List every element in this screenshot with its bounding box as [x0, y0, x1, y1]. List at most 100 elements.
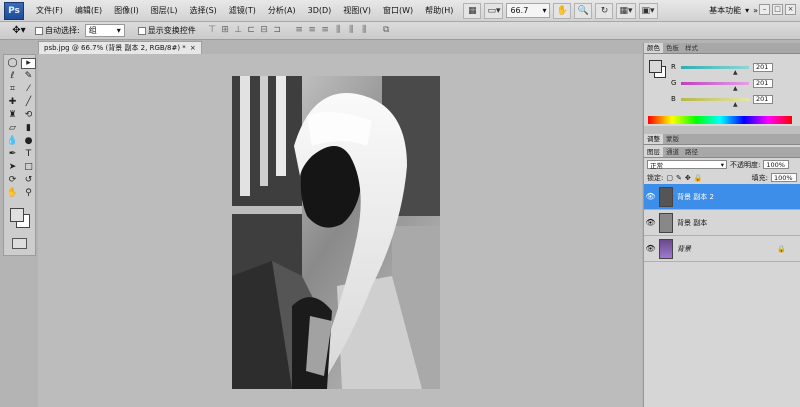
align-hcenter-icon[interactable]: ⊟ [259, 25, 270, 36]
slider-thumb-icon[interactable]: ▲ [733, 101, 738, 108]
align-top-icon[interactable]: ⊤ [207, 25, 218, 36]
hand-tool-icon[interactable]: ✋ [5, 188, 20, 199]
tab-adjustments[interactable]: 调整 [644, 134, 663, 144]
clone-stamp-tool-icon[interactable]: ♜ [5, 110, 20, 121]
lock-position-icon[interactable]: ✥ [685, 174, 691, 182]
tab-color[interactable]: 颜色 [644, 43, 663, 53]
bridge-icon[interactable]: ▦ [463, 2, 482, 19]
lock-transparent-icon[interactable]: ▢ [666, 174, 673, 182]
brush-tool-icon[interactable]: ╱ [21, 97, 36, 108]
zoom-tool-icon[interactable]: ⚲ [21, 188, 36, 199]
menu-analysis[interactable]: 分析(A) [262, 0, 302, 22]
menu-image[interactable]: 图像(I) [108, 0, 145, 22]
show-transform-checkbox[interactable] [137, 26, 146, 35]
maximize-button[interactable]: □ [772, 4, 783, 15]
zoom-tool-icon[interactable]: 🔍 [574, 2, 593, 19]
auto-align-icon[interactable]: ⧉ [381, 25, 392, 36]
lock-all-icon[interactable]: 🔒 [694, 174, 703, 182]
lock-pixels-icon[interactable]: ✎ [676, 174, 682, 182]
close-button[interactable]: × [785, 4, 796, 15]
screen-mode-icon[interactable]: ▦▾ [616, 2, 636, 19]
hand-tool-icon[interactable]: ✋ [553, 2, 572, 19]
foreground-color-swatch[interactable] [10, 208, 24, 222]
dodge-tool-icon[interactable]: ● [21, 136, 36, 147]
extras-icon[interactable]: ▣▾ [638, 2, 658, 19]
auto-select-dropdown[interactable]: 组 ▾ [84, 24, 125, 37]
eye-icon[interactable]: 👁 [644, 192, 657, 201]
arrange-documents-icon[interactable]: ▭▾ [484, 2, 504, 19]
menu-3d[interactable]: 3D(D) [302, 0, 338, 22]
history-brush-tool-icon[interactable]: ⟲ [21, 110, 36, 121]
distribute-right-icon[interactable]: ⫼ [359, 25, 370, 36]
type-tool-icon[interactable]: T [21, 149, 36, 160]
distribute-vcenter-icon[interactable]: ≡ [307, 25, 318, 36]
tab-styles[interactable]: 样式 [682, 43, 701, 53]
distribute-bottom-icon[interactable]: ≡ [320, 25, 331, 36]
align-bottom-icon[interactable]: ⊥ [233, 25, 244, 36]
eraser-tool-icon[interactable]: ▱ [5, 123, 20, 134]
crop-tool-icon[interactable]: ⌗ [5, 84, 20, 95]
menu-file[interactable]: 文件(F) [30, 0, 69, 22]
eye-icon[interactable]: 👁 [644, 244, 657, 253]
pen-tool-icon[interactable]: ✒ [5, 149, 20, 160]
menu-filter[interactable]: 滤镜(T) [223, 0, 262, 22]
layer-row[interactable]: 👁 背景 副本 2 [644, 184, 800, 210]
blur-tool-icon[interactable]: 💧 [5, 136, 20, 147]
red-slider[interactable]: ▲ [681, 65, 749, 76]
align-left-icon[interactable]: ⊏ [246, 25, 257, 36]
shape-tool-icon[interactable]: □ [21, 162, 36, 173]
document-canvas-image[interactable] [232, 76, 440, 389]
distribute-left-icon[interactable]: ⫼ [333, 25, 344, 36]
gradient-tool-icon[interactable]: ▮ [21, 123, 36, 134]
zoom-select[interactable]: 66.7 ▾ [506, 3, 551, 18]
minimize-button[interactable]: – [759, 4, 770, 15]
distribute-top-icon[interactable]: ≡ [294, 25, 305, 36]
menu-view[interactable]: 视图(V) [337, 0, 377, 22]
3d-rotate-tool-icon[interactable]: ⟳ [5, 175, 20, 186]
opacity-input[interactable]: 100% [763, 160, 790, 169]
tab-paths[interactable]: 路径 [682, 147, 701, 157]
distribute-hcenter-icon[interactable]: ⫼ [346, 25, 357, 36]
healing-brush-tool-icon[interactable]: ✚ [5, 97, 20, 108]
blue-slider[interactable]: ▲ [681, 97, 749, 108]
menu-help[interactable]: 帮助(H) [419, 0, 459, 22]
green-slider[interactable]: ▲ [681, 81, 749, 92]
slider-thumb-icon[interactable]: ▲ [733, 69, 738, 76]
color-spectrum-bar[interactable] [648, 116, 792, 124]
tab-channels[interactable]: 通道 [663, 147, 682, 157]
auto-select-option[interactable]: 自动选择: [35, 25, 80, 36]
quick-select-tool-icon[interactable]: ✎ [21, 71, 36, 82]
blend-mode-select[interactable]: 正常 ▾ [647, 160, 727, 170]
menu-window[interactable]: 窗口(W) [377, 0, 419, 22]
document-tab[interactable]: psb.jpg @ 66.7% (背景 副本 2, RGB/8#) * × [38, 41, 202, 54]
quick-mask-button[interactable] [12, 238, 27, 249]
close-icon[interactable]: × [190, 42, 196, 54]
show-transform-option[interactable]: 显示变换控件 [137, 25, 196, 36]
menu-edit[interactable]: 编辑(E) [69, 0, 108, 22]
blue-value-input[interactable]: 201 [753, 94, 773, 104]
rotate-view-icon[interactable]: ↻ [595, 2, 614, 19]
auto-select-checkbox[interactable] [35, 26, 43, 35]
marquee-tool-icon[interactable]: ◯ [5, 58, 20, 69]
tab-masks[interactable]: 蒙版 [663, 134, 682, 144]
layer-row[interactable]: 👁 背景 🔒 [644, 236, 800, 262]
3d-orbit-tool-icon[interactable]: ↺ [21, 175, 36, 186]
tab-swatches[interactable]: 色板 [663, 43, 682, 53]
path-select-tool-icon[interactable]: ➤ [5, 162, 20, 173]
move-tool-icon[interactable]: ▸ [21, 58, 36, 69]
layer-row[interactable]: 👁 背景 副本 [644, 210, 800, 236]
move-tool-preset-icon[interactable]: ✥▾ [8, 24, 30, 38]
eyedropper-tool-icon[interactable]: ⁄ [21, 84, 36, 95]
tab-layers[interactable]: 图层 [644, 147, 663, 157]
align-vcenter-icon[interactable]: ⊞ [220, 25, 231, 36]
slider-thumb-icon[interactable]: ▲ [733, 85, 738, 92]
lasso-tool-icon[interactable]: ℓ [5, 71, 20, 82]
fill-input[interactable]: 100% [771, 173, 797, 182]
eye-icon[interactable]: 👁 [644, 218, 657, 227]
red-value-input[interactable]: 201 [753, 62, 773, 72]
foreground-color-chip[interactable] [649, 60, 662, 73]
menu-select[interactable]: 选择(S) [183, 0, 222, 22]
align-right-icon[interactable]: ⊐ [272, 25, 283, 36]
menu-layer[interactable]: 图层(L) [145, 0, 184, 22]
workspace-switcher[interactable]: 基本功能 ▾ » [709, 5, 758, 16]
